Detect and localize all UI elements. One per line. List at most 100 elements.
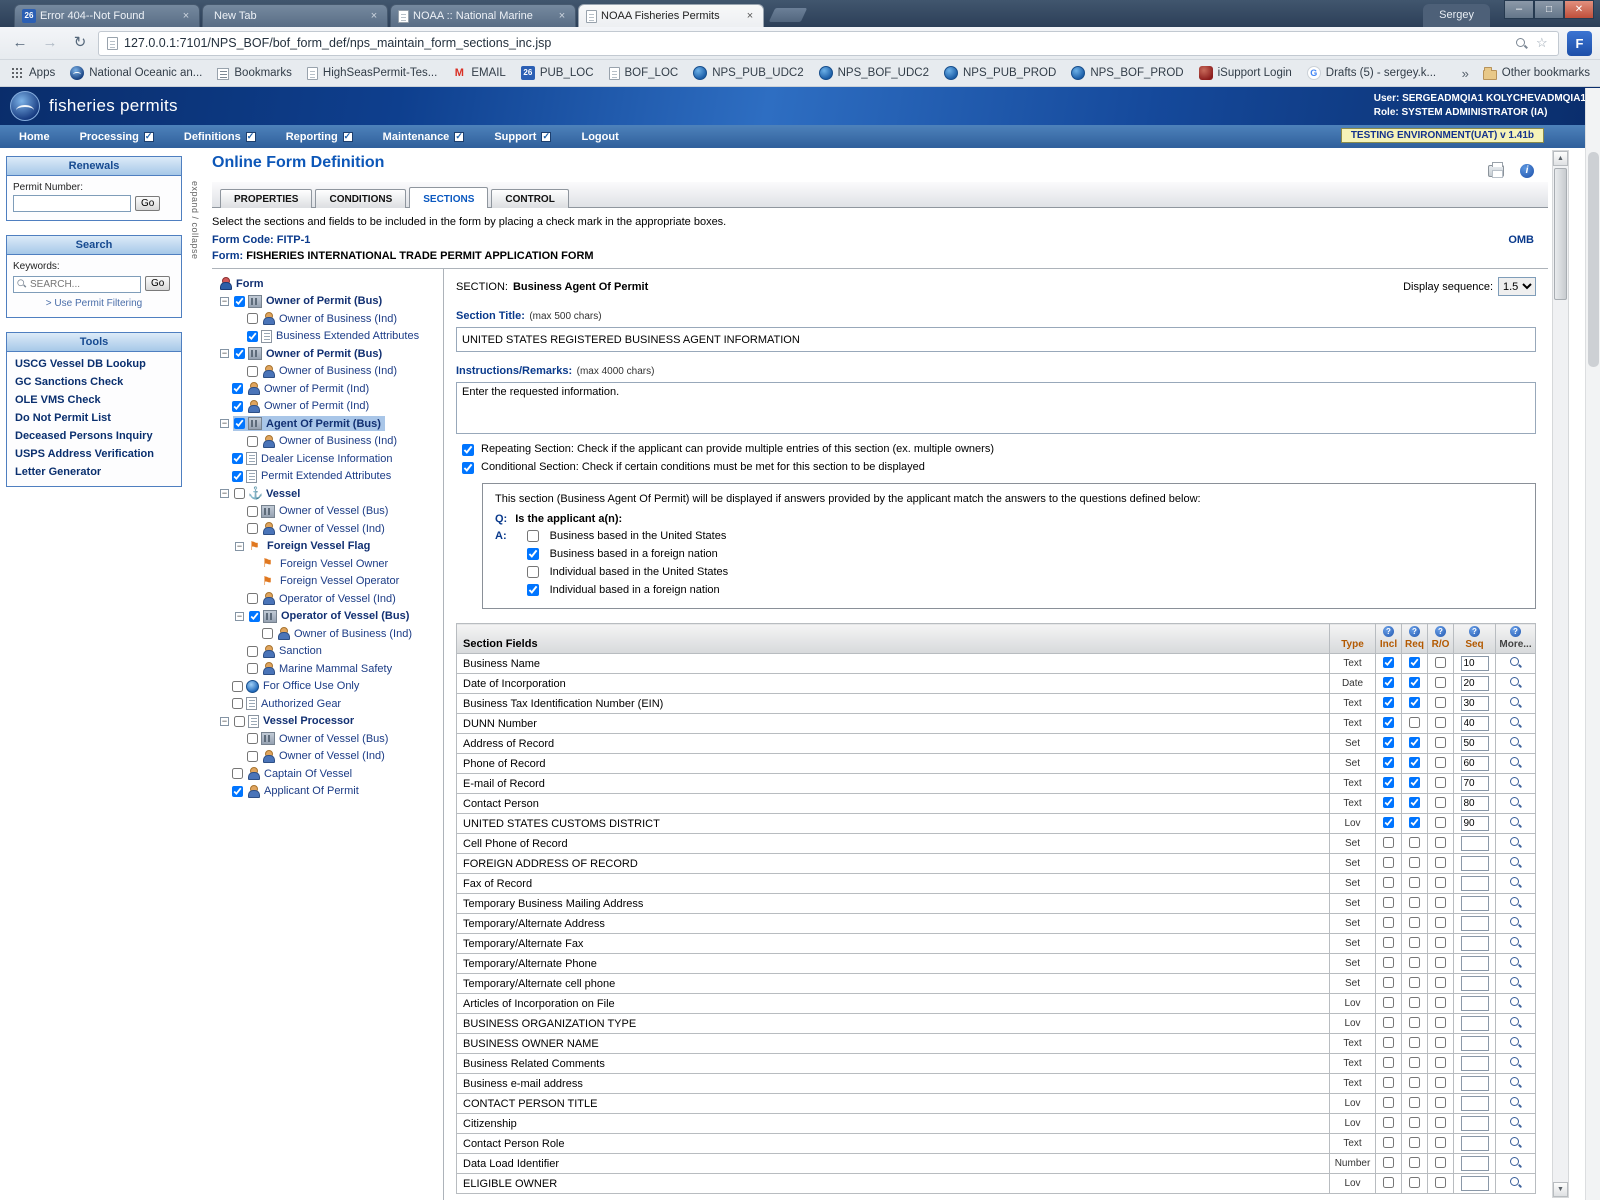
tree-item-checkbox[interactable] — [234, 716, 245, 727]
field-seq-input[interactable] — [1461, 676, 1489, 691]
tree-item-checkbox[interactable] — [247, 331, 258, 342]
field-req-checkbox[interactable] — [1409, 937, 1420, 948]
tree-item[interactable]: Business Extended Attributes — [214, 328, 441, 346]
tree-item[interactable]: Owner of Business (Ind) — [214, 310, 441, 328]
field-incl-checkbox[interactable] — [1383, 977, 1394, 988]
bookmark-item[interactable]: MEMAIL — [452, 66, 506, 80]
field-ro-checkbox[interactable] — [1435, 757, 1446, 768]
browser-tab[interactable]: New Tab — [202, 4, 388, 27]
tree-item[interactable]: Owner of Vessel (Bus) — [214, 730, 441, 748]
field-ro-checkbox[interactable] — [1435, 837, 1446, 848]
tree-item-label[interactable]: Operator of Vessel (Bus) — [281, 610, 409, 622]
info-icon[interactable] — [1520, 164, 1534, 178]
tree-item-label[interactable]: Vessel Processor — [263, 715, 354, 727]
back-icon[interactable] — [8, 31, 32, 55]
tree-item-body[interactable]: Vessel Processor — [233, 714, 358, 729]
field-seq-input[interactable] — [1461, 1176, 1489, 1191]
tree-item-label[interactable]: Permit Extended Attributes — [261, 470, 391, 482]
bookmark-item[interactable]: HighSeasPermit-Tes... — [307, 67, 437, 80]
field-incl-checkbox[interactable] — [1383, 1017, 1394, 1028]
tree-expander-icon[interactable] — [220, 349, 229, 358]
tree-expander-icon[interactable] — [235, 542, 244, 551]
tree-item-label[interactable]: Agent Of Permit (Bus) — [266, 418, 381, 430]
minimize-icon[interactable] — [1504, 0, 1534, 19]
bookmark-item[interactable]: NPS_BOF_PROD — [1071, 66, 1183, 80]
field-incl-checkbox[interactable] — [1383, 1077, 1394, 1088]
magnifier-icon[interactable] — [1509, 656, 1522, 669]
tree-expander-icon[interactable] — [235, 612, 244, 621]
bookmark-item[interactable]: NPS_PUB_UDC2 — [693, 66, 803, 80]
magnifier-icon[interactable] — [1509, 676, 1522, 689]
tree-item-checkbox[interactable] — [247, 366, 258, 377]
tree-expander-icon[interactable] — [220, 489, 229, 498]
field-req-checkbox[interactable] — [1409, 677, 1420, 688]
field-seq-input[interactable] — [1461, 796, 1489, 811]
tree-item-body[interactable]: Agent Of Permit (Bus) — [233, 416, 385, 431]
field-req-checkbox[interactable] — [1409, 977, 1420, 988]
nav-support[interactable]: Support — [479, 125, 566, 148]
reload-icon[interactable] — [68, 31, 92, 55]
search-go-button[interactable]: Go — [145, 276, 170, 291]
field-ro-checkbox[interactable] — [1435, 997, 1446, 1008]
scroll-up-icon[interactable] — [1553, 151, 1568, 166]
help-icon[interactable] — [1510, 626, 1521, 637]
bookmark-star-icon[interactable] — [1536, 36, 1550, 50]
tree-item-label[interactable]: Owner of Permit (Bus) — [266, 348, 382, 360]
forward-icon[interactable] — [38, 31, 62, 55]
profile-badge[interactable]: Sergey — [1423, 4, 1490, 27]
tree-item[interactable]: Operator of Vessel (Ind) — [214, 590, 441, 608]
field-seq-input[interactable] — [1461, 656, 1489, 671]
magnifier-icon[interactable] — [1509, 756, 1522, 769]
field-seq-input[interactable] — [1461, 956, 1489, 971]
tree-item-checkbox[interactable] — [234, 348, 245, 359]
field-seq-input[interactable] — [1461, 716, 1489, 731]
browser-tab[interactable]: 26Error 404--Not Found — [14, 4, 200, 27]
tree-item-checkbox[interactable] — [247, 523, 258, 534]
field-ro-checkbox[interactable] — [1435, 1097, 1446, 1108]
tree-item-body[interactable]: Foreign Vessel Flag — [248, 539, 374, 554]
help-icon[interactable] — [1383, 626, 1394, 637]
maximize-icon[interactable] — [1534, 0, 1564, 19]
field-req-checkbox[interactable] — [1409, 877, 1420, 888]
field-req-checkbox[interactable] — [1409, 717, 1420, 728]
tree-item-body[interactable]: Business Extended Attributes — [246, 329, 423, 344]
tree-item-checkbox[interactable] — [232, 698, 243, 709]
new-tab-button[interactable] — [769, 8, 808, 22]
nav-logout[interactable]: Logout — [566, 125, 633, 148]
omb-link[interactable]: OMB — [1508, 234, 1534, 246]
field-incl-checkbox[interactable] — [1383, 777, 1394, 788]
help-icon[interactable] — [1469, 626, 1480, 637]
field-seq-input[interactable] — [1461, 856, 1489, 871]
field-req-checkbox[interactable] — [1409, 1097, 1420, 1108]
field-incl-checkbox[interactable] — [1383, 717, 1394, 728]
answer-checkbox[interactable] — [527, 530, 539, 542]
tree-item-body[interactable]: Owner of Business (Ind) — [246, 311, 401, 326]
tree-item-checkbox[interactable] — [232, 453, 243, 464]
bookmark-item[interactable]: BOF_LOC — [609, 67, 679, 80]
tree-item[interactable]: Applicant Of Permit — [214, 783, 441, 801]
field-ro-checkbox[interactable] — [1435, 737, 1446, 748]
magnifier-icon[interactable] — [1509, 1176, 1522, 1189]
field-seq-input[interactable] — [1461, 816, 1489, 831]
search-input[interactable] — [13, 276, 141, 293]
tree-item-label[interactable]: Vessel — [266, 488, 300, 500]
field-req-checkbox[interactable] — [1409, 1137, 1420, 1148]
tree-item-label[interactable]: Applicant Of Permit — [264, 785, 359, 797]
field-ro-checkbox[interactable] — [1435, 977, 1446, 988]
field-seq-input[interactable] — [1461, 1076, 1489, 1091]
magnifier-icon[interactable] — [1509, 1136, 1522, 1149]
tree-item[interactable]: Vessel — [214, 485, 441, 503]
nav-definitions[interactable]: Definitions — [169, 125, 271, 148]
tree-item-label[interactable]: Owner of Vessel (Bus) — [279, 733, 388, 745]
tree-item[interactable]: Captain Of Vessel — [214, 765, 441, 783]
field-ro-checkbox[interactable] — [1435, 1157, 1446, 1168]
instructions-textarea[interactable] — [456, 382, 1536, 434]
field-incl-checkbox[interactable] — [1383, 737, 1394, 748]
magnifier-icon[interactable] — [1509, 1056, 1522, 1069]
field-ro-checkbox[interactable] — [1435, 1017, 1446, 1028]
browser-tab[interactable]: NOAA :: National Marine — [390, 4, 576, 27]
help-icon[interactable] — [1409, 626, 1420, 637]
magnifier-icon[interactable] — [1509, 916, 1522, 929]
field-req-checkbox[interactable] — [1409, 777, 1420, 788]
tree-item-label[interactable]: Sanction — [279, 645, 322, 657]
